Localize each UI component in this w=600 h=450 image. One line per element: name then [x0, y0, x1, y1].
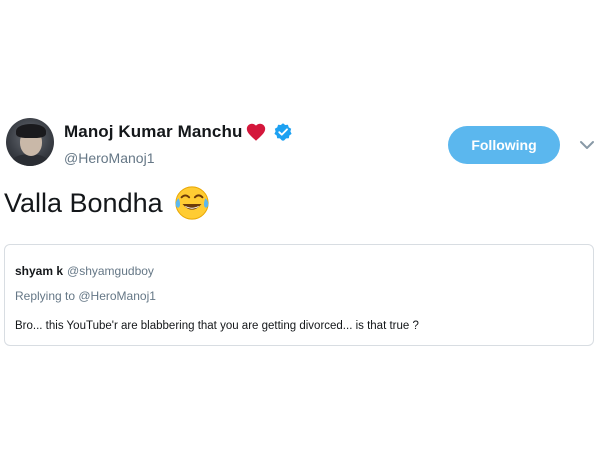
quoted-tweet[interactable]: shyam k @shyamgudboy Replying to @HeroMa…	[4, 244, 594, 346]
chevron-down-icon[interactable]	[578, 136, 596, 154]
tweet-card: Manoj Kumar Manchu @HeroManoj1 Following…	[0, 0, 600, 450]
author-name-row: Manoj Kumar Manchu	[64, 121, 293, 143]
quoted-author-name: shyam k	[15, 264, 64, 278]
author-display-name[interactable]: Manoj Kumar Manchu	[64, 122, 242, 142]
avatar[interactable]	[6, 118, 54, 166]
face-with-tears-of-joy-icon	[173, 184, 211, 222]
red-heart-icon	[245, 121, 267, 143]
quoted-tweet-text: Bro... this YouTube'r are blabbering tha…	[15, 320, 419, 332]
quoted-replying-to: Replying to @HeroManoj1	[15, 289, 156, 303]
following-button[interactable]: Following	[448, 126, 560, 164]
author-handle[interactable]: @HeroManoj1	[64, 150, 154, 166]
tweet-text: Valla Bondha	[4, 184, 211, 222]
avatar-hair	[16, 124, 46, 138]
verified-badge-icon	[273, 122, 293, 142]
quoted-tweet-header: shyam k @shyamgudboy	[15, 264, 154, 278]
quoted-author-handle: @shyamgudboy	[67, 264, 154, 278]
tweet-text-content: Valla Bondha	[4, 187, 163, 218]
